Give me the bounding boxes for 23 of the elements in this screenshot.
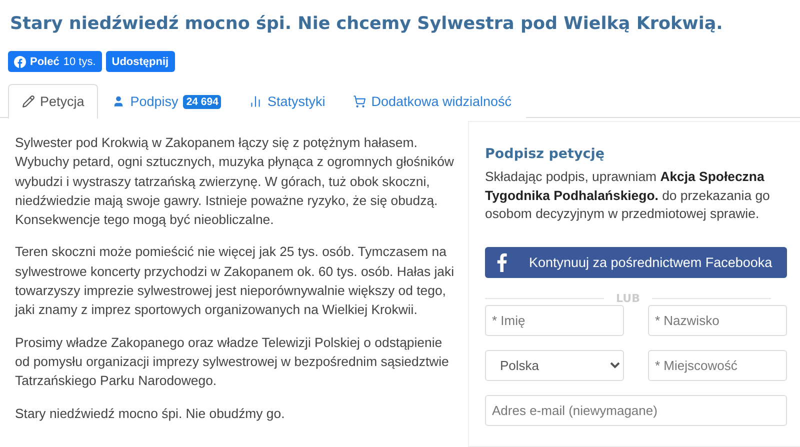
last-name-field[interactable]: * Nazwisko	[648, 305, 787, 336]
country-select[interactable]: Polska	[485, 350, 624, 382]
cart-icon	[353, 95, 366, 108]
count-badge: 24 694	[183, 94, 222, 108]
facebook-icon	[14, 56, 26, 68]
page-title: Stary niedźwiedź mocno śpi. Nie chcemy Sylwestra pod Wielką Krokwią.	[10, 14, 724, 34]
facebook-icon	[497, 253, 507, 272]
petition-paragraph: Sylwester pod Krokwią w Zakopanem łączy się z potężnym hałasem. Wybuchy petard, ogni sztucznych, muzyka płynąca z ogromnych głośników wybudzi i wystraszy tatrzańską zwierzynę. W górach, tuż obok skoczni, niedźwiedzie mają swoje gawry. Istnieje poważne ryzyko, że się obudzą. Konsekwencje tego mogą być nieobliczalne.	[15, 134, 455, 230]
city-field[interactable]: * Miejscowość	[648, 350, 787, 382]
panel-heading: Podpisz petycję	[485, 146, 606, 162]
tab[interactable]: Petycja	[8, 84, 98, 119]
first-name-field[interactable]: * Imię	[485, 305, 624, 336]
bar-chart-icon	[249, 95, 262, 108]
share-button[interactable]: Udostępnij	[106, 51, 175, 72]
facebook-button[interactable]: Kontynuuj za pośrednictwem Facebooka	[485, 247, 787, 278]
petition-paragraph: Prosimy władze Zakopanego oraz władze Telewizji Polskiej o odstąpienie od pomysłu organizacji imprezy sylwestrowej w bezpośrednim sąsiedztwie Tatrzańskiego Parku Narodowego.	[15, 334, 450, 390]
like-button[interactable]: Poleć 10 tys.	[8, 51, 102, 72]
pencil-icon	[22, 95, 35, 108]
petition-paragraph: Teren skoczni może pomieścić nie więcej jak 25 tys. osób. Tymczasem na sylwestrowe koncerty przychodzi w Zakopanem ok. 60 tys. osób. Hałas jaki towarzyszy imprezie sylwestrowej jest nieporównywalnie większy od tego, jaki znamy z imprez sportowych organizowanych na Wielkiej Krokwii.	[15, 243, 456, 320]
panel-description: Składając podpis, uprawniam Akcja Społeczna Tygodnika Podhalańskiego. do przekazania go osobom decyzyjnym w przedmiotowej sprawie.	[485, 168, 771, 224]
email-field[interactable]: Adres e-mail (niewymagane)	[485, 395, 787, 426]
user-icon	[112, 95, 126, 108]
petition-paragraph: Stary niedźwiedź mocno śpi. Nie obudźmy go.	[15, 404, 286, 423]
